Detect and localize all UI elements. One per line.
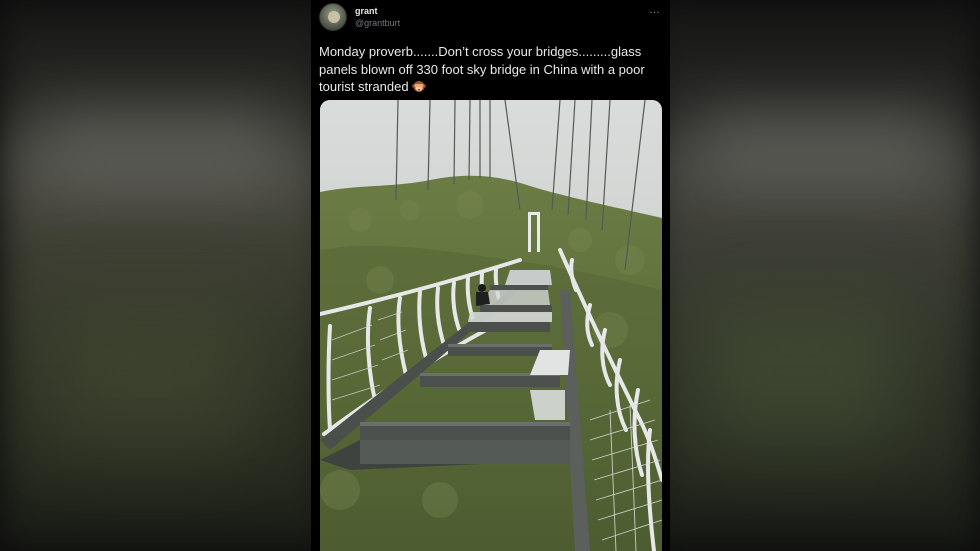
display-name[interactable]: grant: [355, 6, 378, 16]
backdrop-right: [650, 0, 980, 551]
avatar[interactable]: [319, 3, 347, 31]
see-no-evil-monkey-icon: [412, 81, 427, 92]
tweet-card: grant @grantburt … Monday proverb.......…: [311, 0, 670, 551]
tweet-body: Monday proverb.......Don’t cross your br…: [319, 44, 645, 94]
tweet-text: Monday proverb.......Don’t cross your br…: [319, 43, 664, 96]
user-handle[interactable]: @grantburt: [355, 18, 400, 28]
more-options-icon[interactable]: …: [649, 4, 661, 16]
bridge-photo: [320, 100, 662, 551]
tweet-media[interactable]: [320, 100, 662, 551]
backdrop-left: [0, 0, 330, 551]
